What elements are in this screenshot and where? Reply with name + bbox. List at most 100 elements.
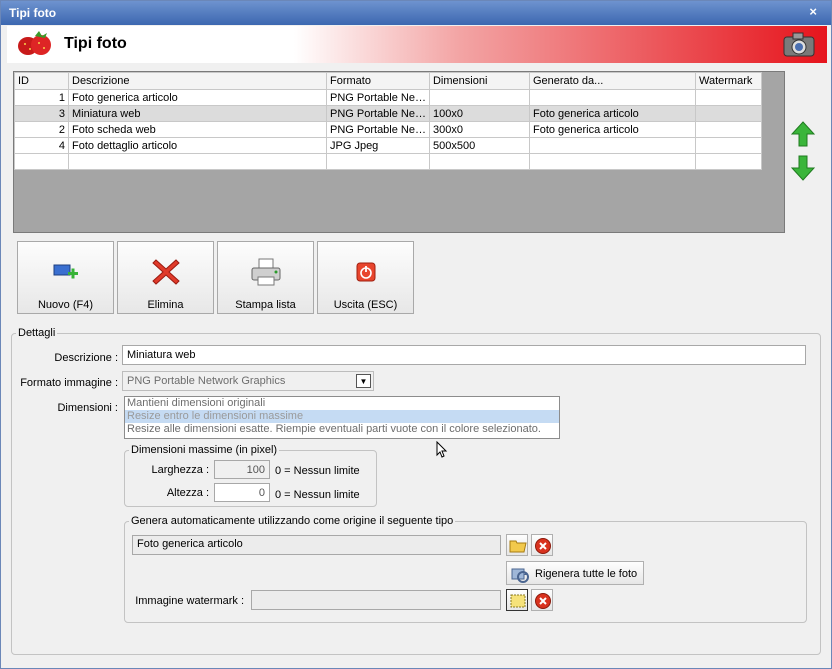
- cell-generato: Foto generica articolo: [528, 105, 696, 122]
- watermark-field[interactable]: [251, 590, 501, 610]
- auto-generate-legend: Genera automaticamente utilizzando come …: [131, 515, 454, 527]
- power-icon: [318, 257, 413, 287]
- exit-button[interactable]: Uscita (ESC): [317, 241, 414, 314]
- formato-label: Formato immagine :: [20, 377, 118, 389]
- cell-id: 1: [14, 89, 69, 106]
- mouse-cursor-icon: [436, 440, 448, 462]
- col-header-generato[interactable]: Generato da...: [528, 72, 696, 90]
- cell-id: 2: [14, 121, 69, 138]
- grid-header-row: ID Descrizione Formato Dimensioni Genera…: [14, 72, 762, 90]
- dimensioni-option[interactable]: Resize alle dimensioni esatte. Riempie e…: [125, 423, 559, 436]
- regenerate-all-button[interactable]: Rigenera tutte le foto: [506, 561, 644, 585]
- cell-generato: Foto generica articolo: [528, 121, 696, 138]
- cell-formato: JPG Jpeg: [326, 137, 430, 154]
- remove-icon: [535, 593, 551, 609]
- origine-field[interactable]: Foto generica articolo: [132, 535, 501, 555]
- dimensioni-option[interactable]: Mantieni dimensioni originali: [125, 397, 559, 410]
- cell-watermark: [694, 89, 762, 106]
- altezza-input[interactable]: [214, 483, 270, 502]
- cell-watermark: [694, 105, 762, 122]
- arrow-down-icon[interactable]: [790, 155, 816, 181]
- col-header-dimensioni[interactable]: Dimensioni: [428, 72, 530, 90]
- dimensioni-label: Dimensioni :: [57, 402, 118, 414]
- dimensioni-listbox[interactable]: Mantieni dimensioni originali Resize ent…: [124, 396, 560, 439]
- app-window: Tipi foto × Tipi foto ID Descrizione For…: [0, 0, 832, 669]
- cell-empty: [694, 153, 762, 170]
- table-row[interactable]: 1 Foto generica articolo PNG Portable Ne…: [14, 89, 762, 106]
- max-dimensions-legend: Dimensioni massime (in pixel): [131, 444, 278, 456]
- table-row[interactable]: 4 Foto dettaglio articolo JPG Jpeg 500x5…: [14, 137, 762, 154]
- window-title: Tipi foto: [9, 6, 57, 20]
- formato-select[interactable]: PNG Portable Network Graphics ▼: [122, 371, 374, 391]
- cell-descrizione: Miniatura web: [68, 105, 327, 122]
- cell-id: 4: [14, 137, 69, 154]
- folder-icon: [509, 540, 527, 553]
- printer-icon: [218, 257, 313, 287]
- chevron-down-icon[interactable]: ▼: [356, 374, 371, 388]
- cell-formato: PNG Portable Ne…: [326, 105, 430, 122]
- cell-descrizione: Foto generica articolo: [68, 89, 327, 106]
- cell-generato: [528, 137, 696, 154]
- grid-table: ID Descrizione Formato Dimensioni Genera…: [14, 72, 762, 170]
- cell-id: 3: [14, 105, 69, 122]
- altezza-label: Altezza :: [166, 487, 209, 499]
- table-row-selected[interactable]: 3 Miniatura web PNG Portable Ne… 100x0 F…: [14, 105, 762, 122]
- cell-watermark: [694, 121, 762, 138]
- col-header-formato[interactable]: Formato: [326, 72, 430, 90]
- clear-origine-button[interactable]: [531, 534, 553, 556]
- larghezza-label: Larghezza :: [151, 464, 209, 476]
- photo-types-grid[interactable]: ID Descrizione Formato Dimensioni Genera…: [13, 71, 785, 233]
- regenerate-icon: [511, 568, 529, 583]
- altezza-hint: 0 = Nessun limite: [275, 489, 360, 501]
- descrizione-input[interactable]: [122, 345, 806, 365]
- col-header-id[interactable]: ID: [14, 72, 69, 90]
- cell-generato: [528, 89, 696, 106]
- title-bar: Tipi foto ×: [1, 1, 831, 25]
- close-icon[interactable]: ×: [809, 4, 817, 19]
- browse-watermark-button[interactable]: [506, 589, 528, 611]
- cell-empty: [528, 153, 696, 170]
- larghezza-hint: 0 = Nessun limite: [275, 465, 360, 477]
- new-button-label: Nuovo (F4): [37, 299, 94, 311]
- cell-dimensioni: 300x0: [428, 121, 530, 138]
- cell-empty: [68, 153, 327, 170]
- cell-empty: [428, 153, 530, 170]
- details-legend: Dettagli: [18, 327, 56, 339]
- strawberry-icon: [15, 30, 55, 61]
- watermark-label: Immagine watermark :: [135, 595, 244, 607]
- header-banner: Tipi foto: [7, 26, 827, 63]
- print-list-button[interactable]: Stampa lista: [217, 241, 314, 314]
- larghezza-input[interactable]: [214, 460, 270, 479]
- page-title: Tipi foto: [64, 35, 127, 52]
- cell-empty: [14, 153, 69, 170]
- arrow-up-icon[interactable]: [790, 121, 816, 147]
- formato-selected-value: PNG Portable Network Graphics: [127, 375, 286, 387]
- cell-empty: [326, 153, 430, 170]
- dimensioni-option-selected[interactable]: Resize entro le dimensioni massime: [125, 410, 559, 423]
- add-record-icon: [18, 257, 113, 287]
- print-list-label: Stampa lista: [235, 299, 296, 311]
- exit-button-label: Uscita (ESC): [333, 299, 398, 311]
- table-row[interactable]: 2 Foto scheda web PNG Portable Ne… 300x0…: [14, 121, 762, 138]
- delete-button[interactable]: Elimina: [117, 241, 214, 314]
- table-row-empty[interactable]: [14, 153, 762, 170]
- camera-icon: [783, 31, 815, 60]
- regenerate-all-label: Rigenera tutte le foto: [535, 568, 638, 580]
- cell-dimensioni: 100x0: [428, 105, 530, 122]
- origine-value: Foto generica articolo: [137, 538, 243, 550]
- cell-dimensioni: 500x500: [428, 137, 530, 154]
- cell-dimensioni: [428, 89, 530, 106]
- col-header-watermark[interactable]: Watermark: [694, 72, 762, 90]
- cell-descrizione: Foto dettaglio articolo: [68, 137, 327, 154]
- new-button[interactable]: Nuovo (F4): [17, 241, 114, 314]
- cell-formato: PNG Portable Ne…: [326, 89, 430, 106]
- col-header-descrizione[interactable]: Descrizione: [68, 72, 327, 90]
- clear-watermark-button[interactable]: [531, 589, 553, 611]
- browse-origine-button[interactable]: [506, 534, 528, 556]
- remove-icon: [535, 538, 551, 554]
- cell-formato: PNG Portable Ne…: [326, 121, 430, 138]
- image-select-icon: [510, 594, 526, 608]
- descrizione-label: Descrizione :: [54, 352, 118, 364]
- cell-watermark: [694, 137, 762, 154]
- cell-descrizione: Foto scheda web: [68, 121, 327, 138]
